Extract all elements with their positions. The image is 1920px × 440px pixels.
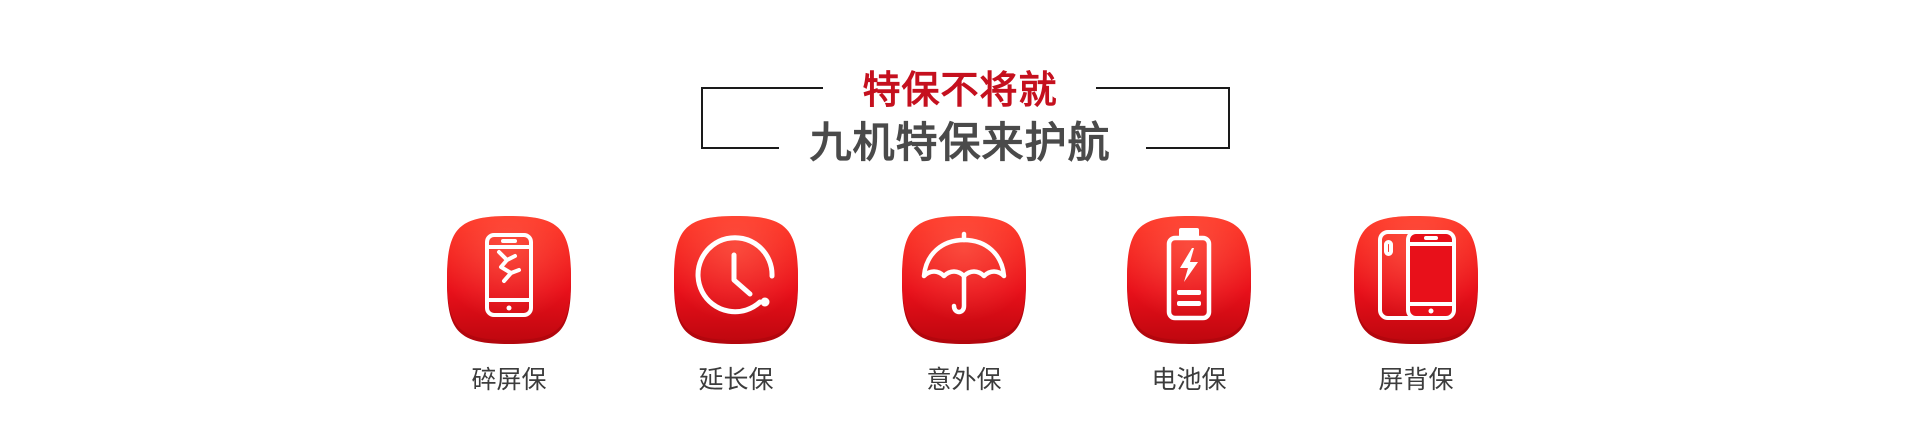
section-title: 九机特保来护航 bbox=[809, 118, 1111, 167]
feature-label: 碎屏保 bbox=[471, 365, 547, 394]
feature-badge bbox=[441, 210, 577, 346]
feature-label: 屏背保 bbox=[1378, 365, 1454, 394]
feature-screen-protection[interactable]: 碎屏保 bbox=[419, 210, 599, 410]
feature-badge bbox=[668, 210, 804, 346]
feature-battery-protection[interactable]: 电池保 bbox=[1099, 210, 1279, 410]
feature-accident-protection[interactable]: 意外保 bbox=[874, 210, 1054, 410]
feature-extended-warranty[interactable]: 延长保 bbox=[646, 210, 826, 410]
feature-label: 意外保 bbox=[926, 365, 1002, 394]
feature-badge bbox=[896, 210, 1032, 346]
feature-badge bbox=[1348, 210, 1484, 346]
section-header: 特保不将就 九机特保来护航 bbox=[0, 0, 1920, 170]
section-tagline: 特保不将就 bbox=[862, 68, 1058, 112]
feature-screen-back-protection[interactable]: 屏背保 bbox=[1326, 210, 1506, 410]
feature-label: 延长保 bbox=[698, 365, 774, 394]
feature-label: 电池保 bbox=[1151, 365, 1227, 394]
feature-badge bbox=[1121, 210, 1257, 346]
